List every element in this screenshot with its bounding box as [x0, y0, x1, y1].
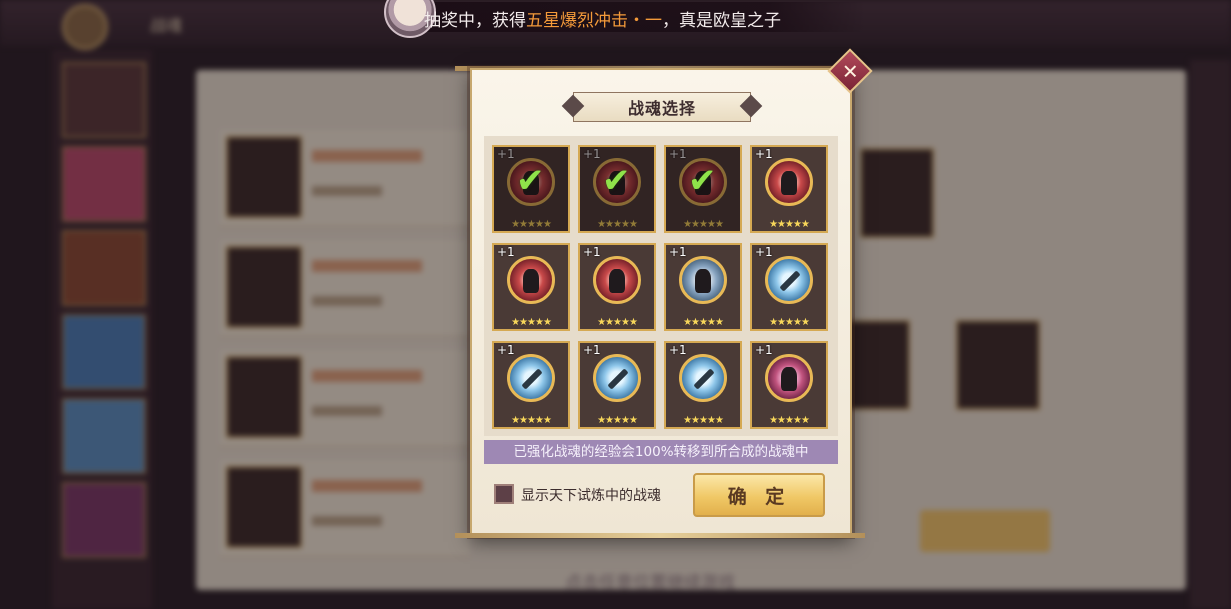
soul-emblem-icon	[507, 256, 555, 304]
dialog-title-plate: 战魂选择	[573, 92, 751, 122]
show-trial-souls-checkbox[interactable]	[494, 484, 514, 504]
soul-emblem-icon	[765, 158, 813, 206]
close-icon: ✕	[841, 58, 859, 83]
soul-card[interactable]: +1 ★★★★★	[578, 341, 656, 429]
announcement-banner: 抽奖中，获得五星爆烈冲击・一，真是欧皇之子	[0, 0, 1231, 38]
star-rating: ★★★★★	[511, 415, 552, 426]
star-rating: ★★★★★	[683, 219, 724, 230]
soul-card-level: +1	[755, 147, 773, 161]
soul-card-level: +1	[583, 343, 601, 357]
soul-card[interactable]: +1 ★★★★★	[492, 341, 570, 429]
star-rating: ★★★★★	[597, 317, 638, 328]
soul-card-level: +1	[669, 343, 687, 357]
star-rating: ★★★★★	[683, 317, 724, 328]
check-icon: ✔	[602, 161, 631, 201]
star-rating: ★★★★★	[769, 415, 810, 426]
star-rating: ★★★★★	[511, 317, 552, 328]
soul-card[interactable]: +1 ★★★★★	[750, 243, 828, 331]
star-rating: ★★★★★	[597, 415, 638, 426]
soul-card-level: +1	[583, 147, 601, 161]
check-icon: ✔	[516, 161, 545, 201]
soul-card-level: +1	[497, 147, 515, 161]
soul-card-level: +1	[669, 147, 687, 161]
info-bar: 已强化战魂的经验会100%转移到所合成的战魂中	[484, 440, 838, 464]
soul-card[interactable]: +1 ★★★★★	[492, 243, 570, 331]
star-rating: ★★★★★	[511, 219, 552, 230]
soul-card-level: +1	[755, 245, 773, 259]
soul-card[interactable]: +1 ★★★★★	[750, 341, 828, 429]
star-rating: ★★★★★	[683, 415, 724, 426]
show-trial-souls-label[interactable]: 显示天下试炼中的战魂	[521, 485, 661, 505]
announcement-highlight: 五星爆烈冲击・一	[526, 11, 662, 31]
soul-card[interactable]: +1 ★★★★★	[664, 341, 742, 429]
modal-bottom-border	[455, 533, 865, 538]
soul-card[interactable]: +1 ★★★★★ ✔	[664, 145, 742, 233]
announcement-text: 抽奖中，获得五星爆烈冲击・一，真是欧皇之子	[424, 6, 781, 31]
check-icon: ✔	[688, 161, 717, 201]
star-rating: ★★★★★	[769, 317, 810, 328]
star-rating: ★★★★★	[769, 219, 810, 230]
soul-emblem-icon	[507, 354, 555, 402]
confirm-button[interactable]: 确 定	[693, 473, 825, 517]
announcement-prefix: 抽奖中，获得	[424, 11, 526, 31]
soul-emblem-icon	[765, 354, 813, 402]
soul-card-level: +1	[669, 245, 687, 259]
soul-emblem-icon	[593, 256, 641, 304]
soul-card-level: +1	[497, 245, 515, 259]
soul-emblem-icon	[679, 256, 727, 304]
soul-emblem-icon	[765, 256, 813, 304]
soul-card[interactable]: +1 ★★★★★	[664, 243, 742, 331]
soul-emblem-icon	[679, 354, 727, 402]
dialog-title: 战魂选择	[627, 99, 696, 118]
announcement-suffix: ，真是欧皇之子	[662, 11, 781, 31]
soul-card[interactable]: +1 ★★★★★	[750, 145, 828, 233]
soul-emblem-icon	[593, 354, 641, 402]
star-rating: ★★★★★	[597, 219, 638, 230]
soul-card-level: +1	[583, 245, 601, 259]
soul-card[interactable]: +1 ★★★★★ ✔	[578, 145, 656, 233]
soul-card[interactable]: +1 ★★★★★	[578, 243, 656, 331]
soul-card[interactable]: +1 ★★★★★ ✔	[492, 145, 570, 233]
soul-card-level: +1	[497, 343, 515, 357]
soul-card-level: +1	[755, 343, 773, 357]
